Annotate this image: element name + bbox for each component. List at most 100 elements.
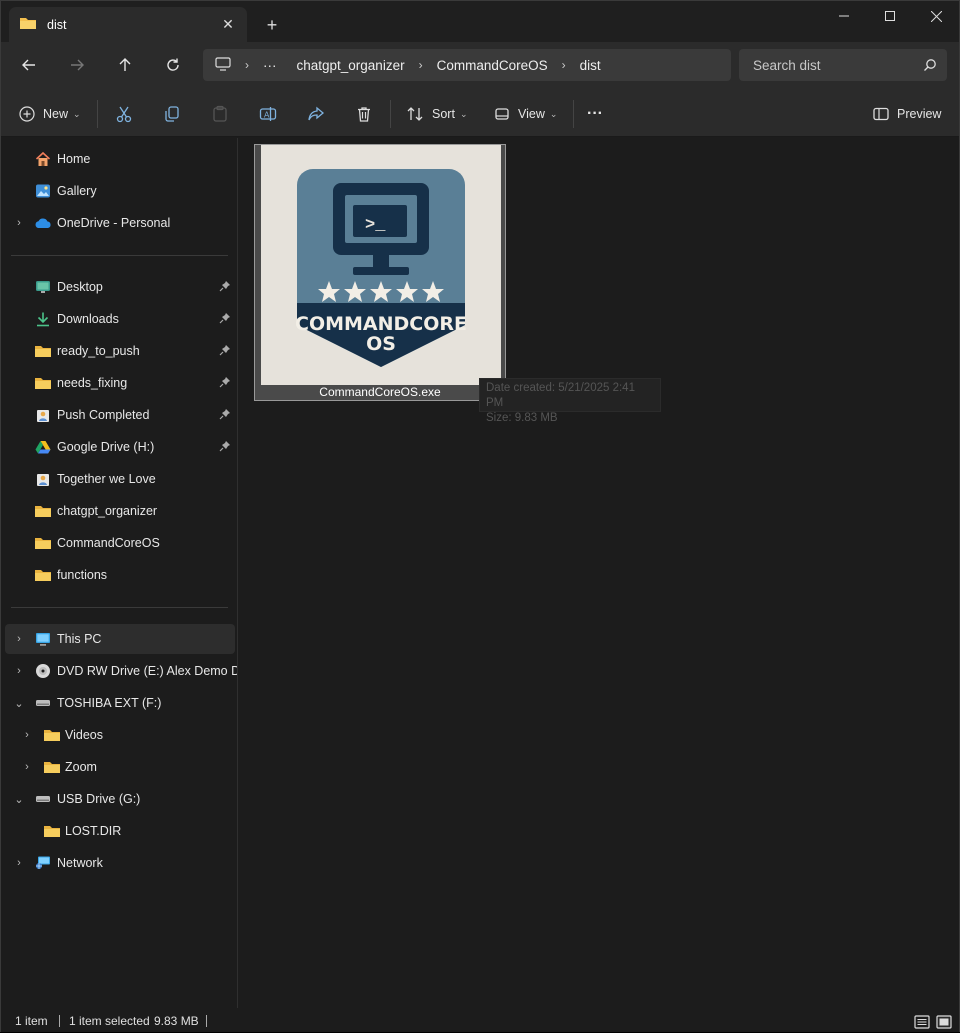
sidebar-item-videos[interactable]: › Videos [5, 720, 235, 750]
file-item-commandcoreos-exe[interactable]: >_ COMMANDCORE OS CommandCoreOS.exe [254, 144, 506, 401]
chevron-right-icon[interactable]: › [12, 857, 26, 869]
back-button[interactable] [13, 52, 45, 78]
new-button[interactable]: New ⌄ [19, 100, 81, 128]
sidebar-item-dvd-drive[interactable]: › DVD RW Drive (E:) Alex Demo DVD [5, 656, 237, 686]
chevron-right-icon[interactable]: › [12, 665, 26, 677]
up-button[interactable] [109, 52, 141, 78]
sidebar-item-push-completed[interactable]: Push Completed [5, 400, 235, 430]
breadcrumb-dist[interactable]: dist [580, 58, 601, 73]
sidebar-item-label: DVD RW Drive (E:) Alex Demo DVD [57, 664, 237, 678]
sidebar-item-downloads[interactable]: Downloads [5, 304, 235, 334]
sidebar-item-lost-dir[interactable]: LOST.DIR [5, 816, 235, 846]
tiles-view-icon[interactable] [936, 1014, 952, 1030]
desktop-icon [34, 278, 52, 296]
copy-icon [165, 106, 179, 122]
rename-icon: A [259, 107, 277, 121]
pin-icon[interactable] [219, 280, 233, 294]
cut-button[interactable] [115, 100, 133, 128]
divider [390, 100, 391, 128]
sidebar-item-onedrive[interactable]: › OneDrive - Personal [5, 208, 235, 238]
folder-icon [43, 726, 61, 744]
more-options-button[interactable]: ··· [587, 100, 603, 128]
sidebar-item-label: LOST.DIR [65, 824, 122, 838]
pin-icon[interactable] [219, 440, 233, 454]
copy-button[interactable] [163, 100, 181, 128]
sidebar-item-label: USB Drive (G:) [57, 792, 141, 806]
app-icon-thumbnail: >_ COMMANDCORE OS [261, 145, 501, 385]
tooltip-date-created: Date created: 5/21/2025 2:41 PM [486, 382, 635, 409]
search-icon[interactable] [923, 58, 937, 75]
chevron-right-icon[interactable]: › [20, 761, 34, 773]
preview-button[interactable]: Preview [873, 100, 941, 128]
minimize-button[interactable] [821, 1, 867, 31]
details-view-icon[interactable] [914, 1014, 930, 1030]
network-icon [34, 854, 52, 872]
sidebar-item-gallery[interactable]: Gallery [5, 176, 235, 206]
user-folder-icon [34, 470, 52, 488]
tab-dist[interactable]: dist ✕ [9, 7, 247, 42]
share-button[interactable] [307, 100, 325, 128]
view-button[interactable]: View ⌄ [494, 100, 557, 128]
refresh-button[interactable] [157, 52, 189, 78]
pin-icon[interactable] [219, 312, 233, 326]
chevron-down-icon[interactable]: ⌄ [12, 697, 26, 710]
sidebar-item-commandcoreos[interactable]: CommandCoreOS [5, 528, 235, 558]
sidebar-item-together-we-love[interactable]: Together we Love [5, 464, 235, 494]
trash-icon [358, 107, 370, 122]
chevron-down-icon[interactable]: ⌄ [12, 793, 26, 806]
maximize-button[interactable] [867, 1, 913, 31]
status-divider [206, 1015, 207, 1027]
breadcrumb-chatgpt-organizer[interactable]: chatgpt_organizer [297, 58, 405, 73]
sidebar-item-toshiba-ext[interactable]: ⌄ TOSHIBA EXT (F:) [5, 688, 235, 718]
sidebar-item-needs-fixing[interactable]: needs_fixing [5, 368, 235, 398]
pc-icon [34, 630, 52, 648]
rename-button[interactable]: A [259, 100, 277, 128]
sidebar-item-chatgpt-organizer[interactable]: chatgpt_organizer [5, 496, 235, 526]
sidebar-item-this-pc[interactable]: › This PC [5, 624, 235, 654]
new-tab-button[interactable]: + [259, 13, 285, 37]
close-button[interactable] [913, 1, 959, 31]
chevron-right-icon[interactable]: › [20, 729, 34, 741]
sidebar-item-desktop[interactable]: Desktop [5, 272, 235, 302]
sidebar-item-usb-drive[interactable]: ⌄ USB Drive (G:) [5, 784, 235, 814]
sidebar-item-network[interactable]: › Network [5, 848, 235, 878]
address-row: › ··· › chatgpt_organizer › CommandCoreO… [1, 42, 959, 90]
pin-icon[interactable] [219, 344, 233, 358]
search-input[interactable] [753, 57, 913, 73]
sidebar-item-label: Push Completed [57, 408, 150, 422]
sort-button[interactable]: Sort ⌄ [406, 100, 467, 128]
sidebar-divider [11, 607, 228, 608]
folder-icon [34, 342, 52, 360]
svg-text:A: A [264, 111, 270, 120]
chevron-right-icon[interactable]: › [562, 58, 566, 72]
address-bar[interactable]: › ··· › chatgpt_organizer › CommandCoreO… [203, 49, 731, 81]
chevron-right-icon[interactable]: › [419, 58, 423, 72]
close-tab-icon[interactable]: ✕ [217, 13, 239, 35]
chevron-right-icon[interactable]: › [12, 633, 26, 645]
pin-icon[interactable] [219, 376, 233, 390]
chevron-right-icon[interactable]: › [12, 217, 26, 229]
breadcrumb-overflow[interactable]: ··· [263, 58, 277, 73]
sidebar-item-zoom[interactable]: › Zoom [5, 752, 235, 782]
sidebar-item-label: Desktop [57, 280, 103, 294]
sidebar-item-google-drive[interactable]: Google Drive (H:) [5, 432, 235, 462]
delete-button[interactable] [355, 100, 373, 128]
folder-icon [34, 502, 52, 520]
dvd-icon [34, 662, 52, 680]
window-controls [821, 1, 959, 31]
chevron-right-icon[interactable]: › [245, 58, 249, 72]
refresh-icon [167, 58, 179, 71]
new-label: New [43, 107, 69, 121]
sidebar-item-home[interactable]: Home [5, 144, 235, 174]
monitor-icon[interactable] [215, 56, 231, 74]
search-box[interactable] [739, 49, 947, 81]
chevron-down-icon: ⌄ [459, 108, 468, 119]
paste-button[interactable] [211, 100, 229, 128]
status-bar: 1 item 1 item selected 9.83 MB [1, 1008, 959, 1032]
sidebar-item-functions[interactable]: functions [5, 560, 235, 590]
forward-button[interactable] [61, 52, 93, 78]
sidebar-item-ready-to-push[interactable]: ready_to_push [5, 336, 235, 366]
clipboard-icon [213, 105, 227, 122]
pin-icon[interactable] [219, 408, 233, 422]
breadcrumb-commandcoreos[interactable]: CommandCoreOS [437, 58, 548, 73]
